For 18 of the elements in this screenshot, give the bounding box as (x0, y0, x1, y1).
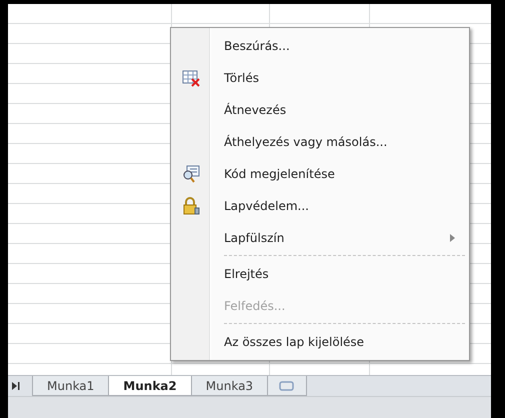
menu-item[interactable]: Beszúrás... (171, 30, 469, 62)
menu-item[interactable]: Elrejtés (171, 254, 469, 290)
sheet-tab[interactable]: Munka3 (190, 376, 268, 396)
sheet-tab[interactable]: Munka1 (32, 376, 110, 396)
magnifier-document-icon (182, 165, 200, 183)
menu-item[interactable]: Lapfülszín (171, 222, 469, 254)
sheet-tab[interactable]: Munka2 (108, 376, 192, 396)
table-delete-icon (182, 69, 200, 87)
new-sheet-icon (278, 380, 296, 392)
menu-item[interactable]: Átnevezés (171, 94, 469, 126)
last-sheet-icon[interactable] (12, 381, 20, 391)
submenu-arrow-icon (450, 234, 455, 242)
menu-item[interactable]: Áthelyezés vagy másolás... (171, 126, 469, 158)
lock-icon (182, 197, 200, 215)
menu-item[interactable]: Kód megjelenítése (171, 158, 469, 190)
menu-item[interactable]: Lapvédelem... (171, 190, 469, 222)
menu-item[interactable]: Az összes lap kijelölése (171, 322, 469, 358)
menu-item[interactable]: Törlés (171, 62, 469, 94)
